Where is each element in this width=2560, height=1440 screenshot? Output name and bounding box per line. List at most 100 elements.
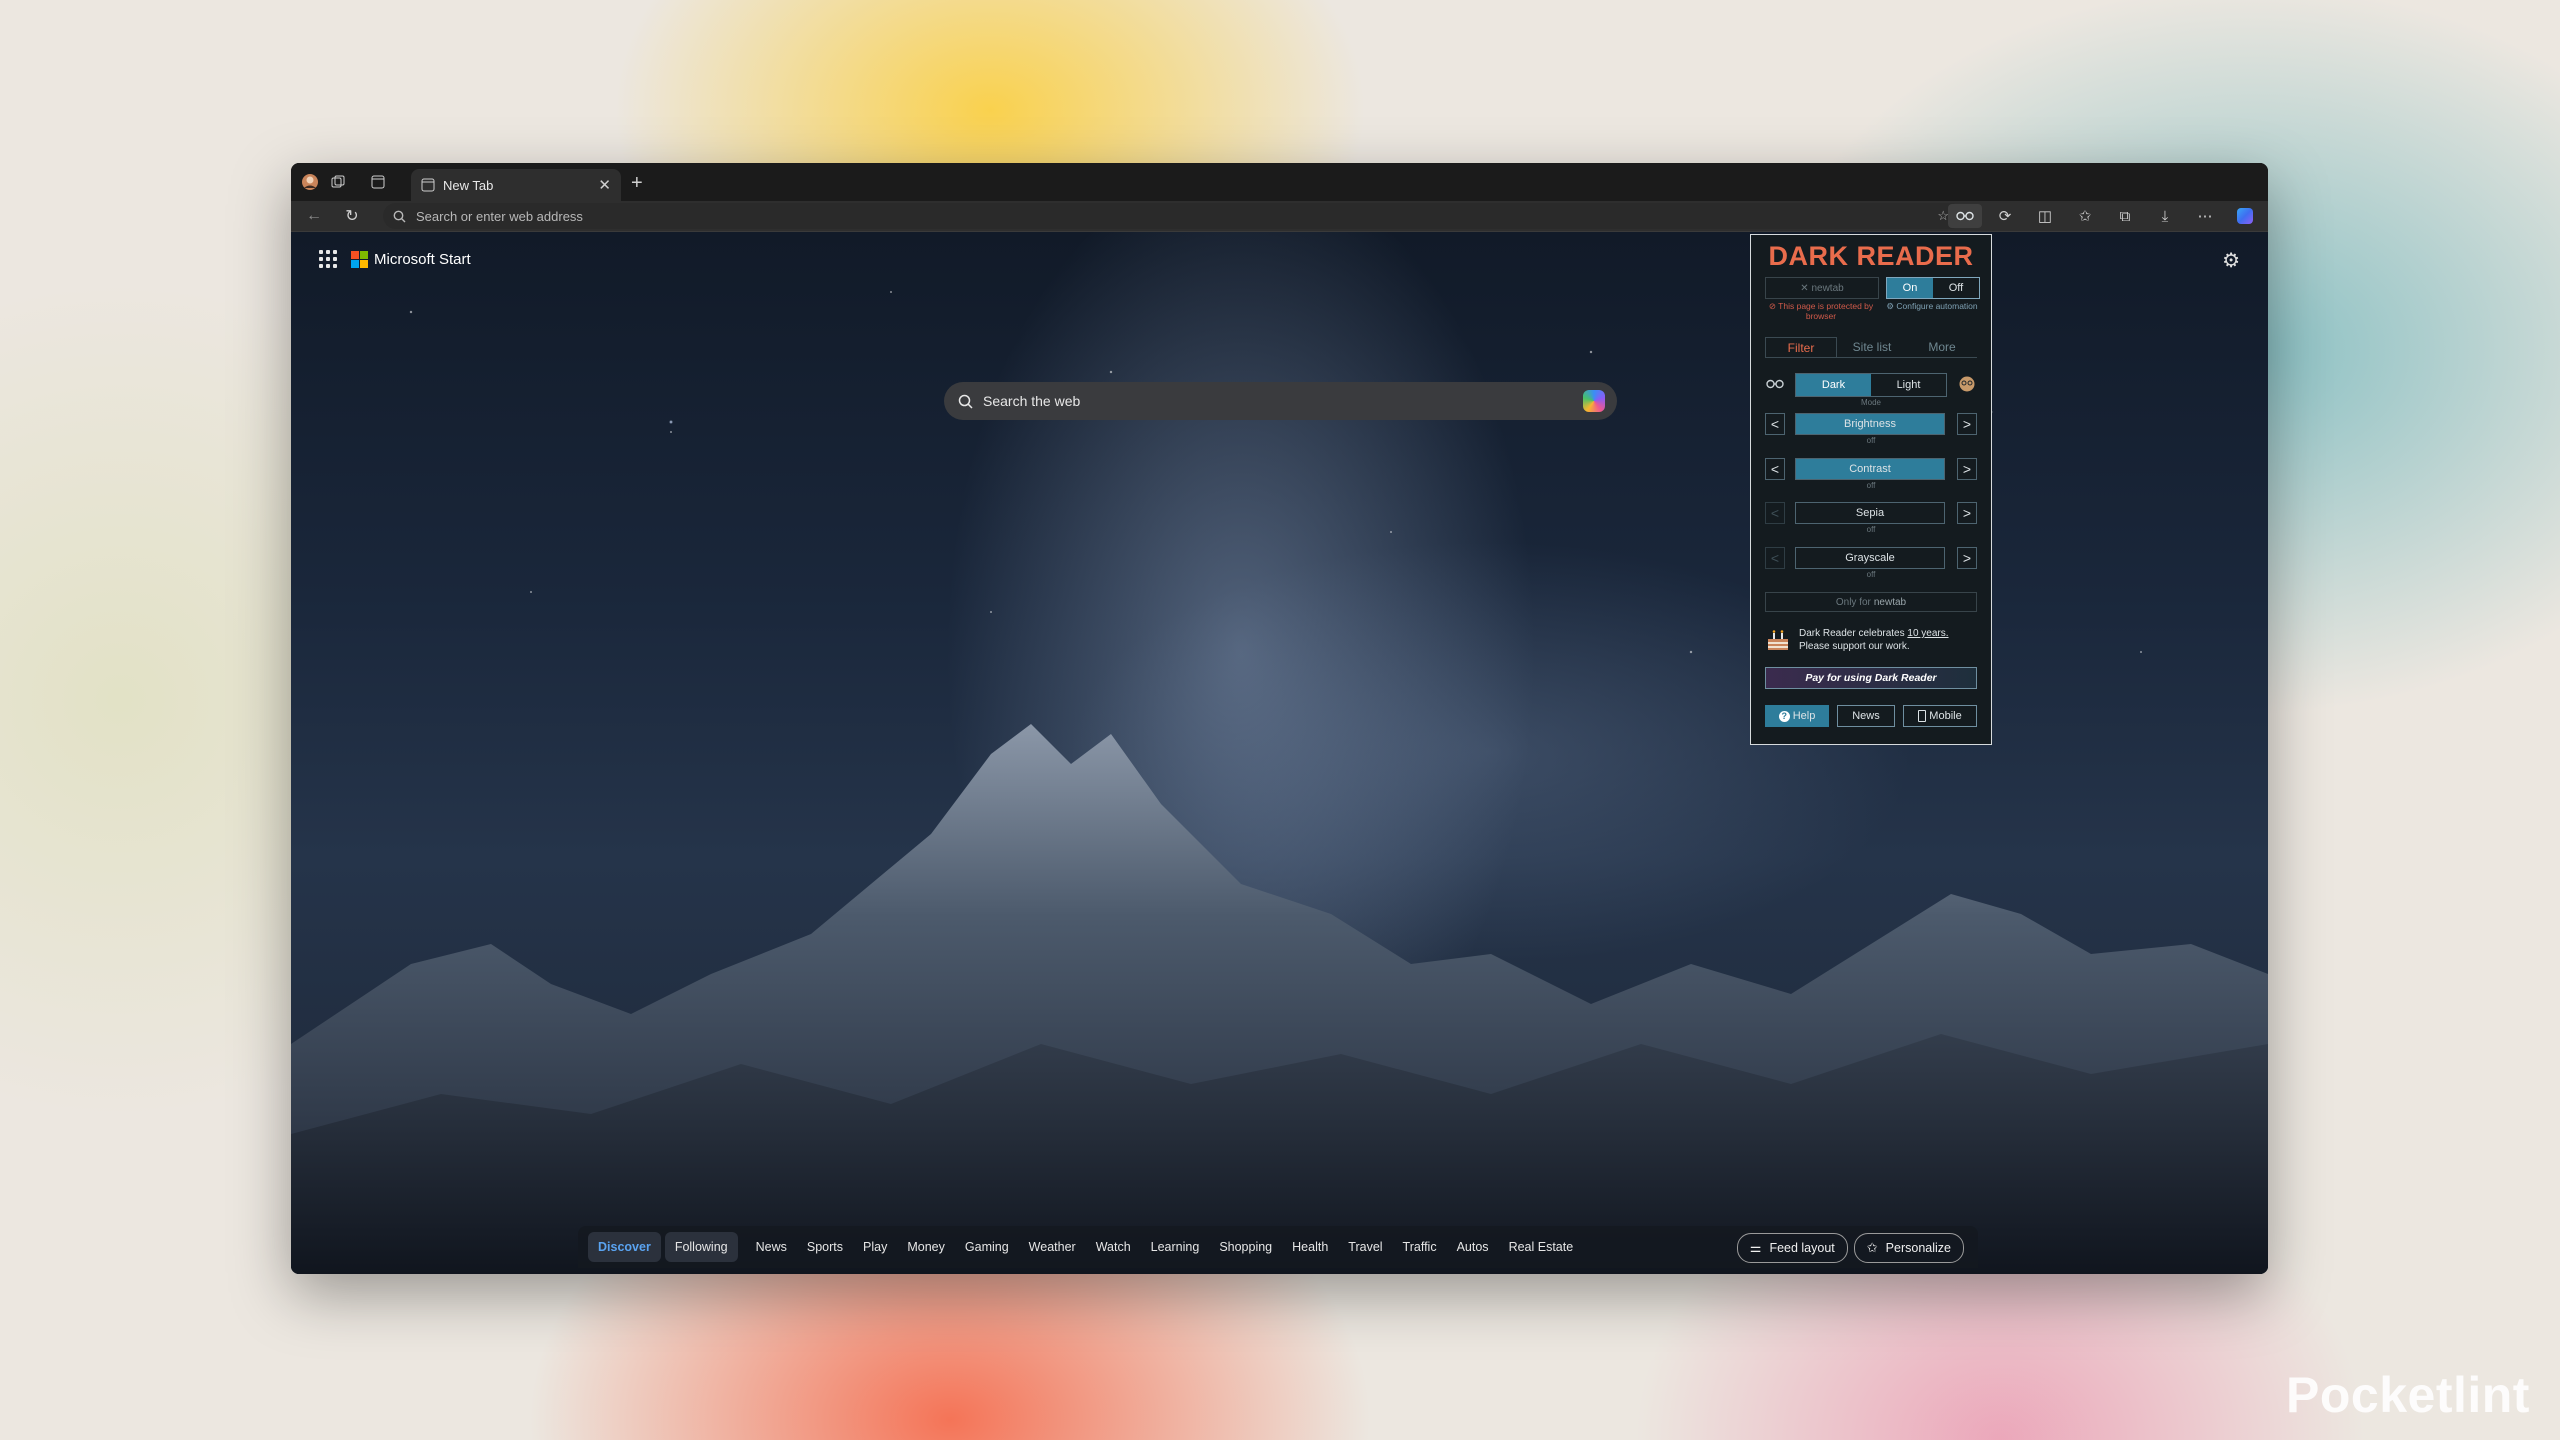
- category-weather[interactable]: Weather: [1019, 1232, 1086, 1262]
- light-mode-button[interactable]: Light: [1871, 374, 1946, 396]
- sepia-slider[interactable]: Sepia: [1795, 502, 1945, 524]
- dark-mode-button[interactable]: Dark: [1796, 374, 1871, 396]
- only-for-site-button[interactable]: Only for newtab: [1765, 592, 1977, 612]
- tab-title: New Tab: [443, 177, 494, 193]
- feed-category-bar: Discover Following News Sports Play Mone…: [578, 1226, 1978, 1268]
- popup-footer: ? Help News Mobile: [1765, 705, 1977, 727]
- sepia-status: off: [1866, 525, 1876, 534]
- mode-switch[interactable]: Dark Light: [1795, 373, 1947, 397]
- microsoft-start-header[interactable]: Microsoft Start: [319, 250, 471, 268]
- on-button[interactable]: On: [1887, 278, 1933, 298]
- category-money[interactable]: Money: [897, 1232, 955, 1262]
- new-tab-page: Microsoft Start ⚙ Search the web DARK RE…: [291, 232, 2268, 1274]
- site-name: newtab: [1811, 282, 1844, 294]
- collections-icon[interactable]: ⧉: [2108, 204, 2142, 228]
- category-shopping[interactable]: Shopping: [1209, 1232, 1282, 1262]
- toolbar: ← ↻ Search or enter web address ☆ ⟳ ◫ ✩ …: [291, 201, 2268, 232]
- copilot-icon[interactable]: [2228, 204, 2262, 228]
- category-travel[interactable]: Travel: [1338, 1232, 1392, 1262]
- brightness-status: off: [1866, 436, 1876, 445]
- favorites-icon[interactable]: ✩: [2068, 204, 2102, 228]
- category-learning[interactable]: Learning: [1141, 1232, 1210, 1262]
- brightness-increase-icon[interactable]: >: [1957, 413, 1977, 435]
- category-sports[interactable]: Sports: [797, 1232, 853, 1262]
- dark-reader-extension-icon[interactable]: [1948, 204, 1982, 228]
- new-tab-button[interactable]: +: [631, 172, 643, 195]
- tab-site-list[interactable]: Site list: [1837, 337, 1907, 357]
- page-settings-icon[interactable]: ⚙: [2222, 248, 2240, 273]
- category-watch[interactable]: Watch: [1086, 1232, 1141, 1262]
- ten-years-link[interactable]: 10 years.: [1907, 628, 1948, 639]
- contrast-decrease-icon[interactable]: <: [1765, 458, 1785, 480]
- close-tab-icon[interactable]: ✕: [598, 176, 611, 194]
- category-news[interactable]: News: [746, 1232, 797, 1262]
- mobile-button[interactable]: Mobile: [1903, 705, 1977, 727]
- mountains-illustration: [291, 724, 2268, 1274]
- pocketlint-watermark: Pocketlint: [2286, 1367, 2530, 1423]
- category-autos[interactable]: Autos: [1447, 1232, 1499, 1262]
- browser-window: New Tab ✕ + ← ↻ Search or enter web addr…: [291, 163, 2268, 1274]
- extension-refresh-icon[interactable]: ⟳: [1988, 204, 2022, 228]
- dark-mode-glasses-icon[interactable]: [1765, 375, 1785, 395]
- grayscale-slider[interactable]: Grayscale: [1795, 547, 1945, 569]
- app-launcher-icon[interactable]: [319, 250, 337, 268]
- tab-more[interactable]: More: [1907, 337, 1977, 357]
- category-gaming[interactable]: Gaming: [955, 1232, 1019, 1262]
- category-real-estate[interactable]: Real Estate: [1499, 1232, 1584, 1262]
- brightness-slider[interactable]: Brightness: [1795, 413, 1945, 435]
- category-traffic[interactable]: Traffic: [1393, 1232, 1447, 1262]
- search-icon: [958, 394, 973, 409]
- help-button[interactable]: ? Help: [1765, 705, 1829, 727]
- contrast-increase-icon[interactable]: >: [1957, 458, 1977, 480]
- personalize-button[interactable]: ✩ Personalize: [1853, 1233, 1964, 1263]
- category-play[interactable]: Play: [853, 1232, 897, 1262]
- sepia-increase-icon[interactable]: >: [1957, 502, 1977, 524]
- off-button[interactable]: Off: [1933, 278, 1979, 298]
- profile-avatar[interactable]: [299, 171, 321, 193]
- address-placeholder: Search or enter web address: [416, 208, 583, 224]
- light-mode-face-icon[interactable]: [1957, 375, 1977, 395]
- on-off-switch[interactable]: On Off: [1886, 277, 1980, 299]
- mobile-phone-icon: [1918, 710, 1927, 722]
- category-discover[interactable]: Discover: [588, 1232, 661, 1262]
- more-menu-icon[interactable]: ⋯: [2188, 204, 2222, 228]
- mode-label: Mode: [1860, 398, 1881, 407]
- split-screen-icon[interactable]: ◫: [2028, 204, 2062, 228]
- tab-new-tab[interactable]: New Tab ✕: [411, 169, 621, 201]
- downloads-icon[interactable]: ⤓: [2148, 204, 2182, 228]
- tab-strip: New Tab ✕ +: [291, 163, 2268, 201]
- birthday-cake-icon: [1768, 630, 1788, 650]
- news-button[interactable]: News: [1837, 705, 1895, 727]
- anniversary-promo: Dark Reader celebrates 10 years. Please …: [1765, 627, 1977, 657]
- back-icon[interactable]: ←: [303, 205, 325, 227]
- refresh-icon[interactable]: ↻: [341, 205, 363, 227]
- tab-actions-icon[interactable]: [367, 171, 389, 193]
- workspaces-icon[interactable]: [327, 171, 349, 193]
- grayscale-row: < Grayscale >: [1765, 547, 1977, 569]
- grayscale-decrease-icon[interactable]: <: [1765, 547, 1785, 569]
- contrast-slider[interactable]: Contrast: [1795, 458, 1945, 480]
- category-health[interactable]: Health: [1282, 1232, 1338, 1262]
- brightness-decrease-icon[interactable]: <: [1765, 413, 1785, 435]
- configure-automation-link[interactable]: ⚙ Configure automation: [1886, 301, 1978, 311]
- grayscale-increase-icon[interactable]: >: [1957, 547, 1977, 569]
- contrast-row: < Contrast >: [1765, 458, 1977, 480]
- web-search-box[interactable]: Search the web: [944, 382, 1617, 420]
- search-icon: [393, 210, 406, 223]
- microsoft-logo-icon: [351, 250, 368, 268]
- dark-reader-title: DARK READER: [1768, 241, 1974, 271]
- copilot-search-icon[interactable]: [1583, 390, 1605, 412]
- feed-layout-button[interactable]: ⚌ Feed layout: [1736, 1233, 1848, 1263]
- dark-reader-popup: DARK READER ✕ newtab On Off ⊘ This page …: [1750, 234, 1992, 745]
- site-toggle[interactable]: ✕ newtab: [1765, 277, 1879, 299]
- grayscale-status: off: [1866, 570, 1876, 579]
- address-bar[interactable]: Search or enter web address ☆: [383, 203, 1963, 229]
- category-following[interactable]: Following: [664, 1232, 738, 1262]
- tab-filter[interactable]: Filter: [1765, 337, 1837, 357]
- sepia-decrease-icon[interactable]: <: [1765, 502, 1785, 524]
- personalize-star-icon: ✩: [1866, 1240, 1878, 1255]
- protected-note: ⊘ This page is protected by browser: [1768, 301, 1874, 321]
- help-icon: ?: [1778, 710, 1790, 722]
- pay-button[interactable]: Pay for using Dark Reader: [1765, 667, 1977, 689]
- sepia-row: < Sepia >: [1765, 502, 1977, 524]
